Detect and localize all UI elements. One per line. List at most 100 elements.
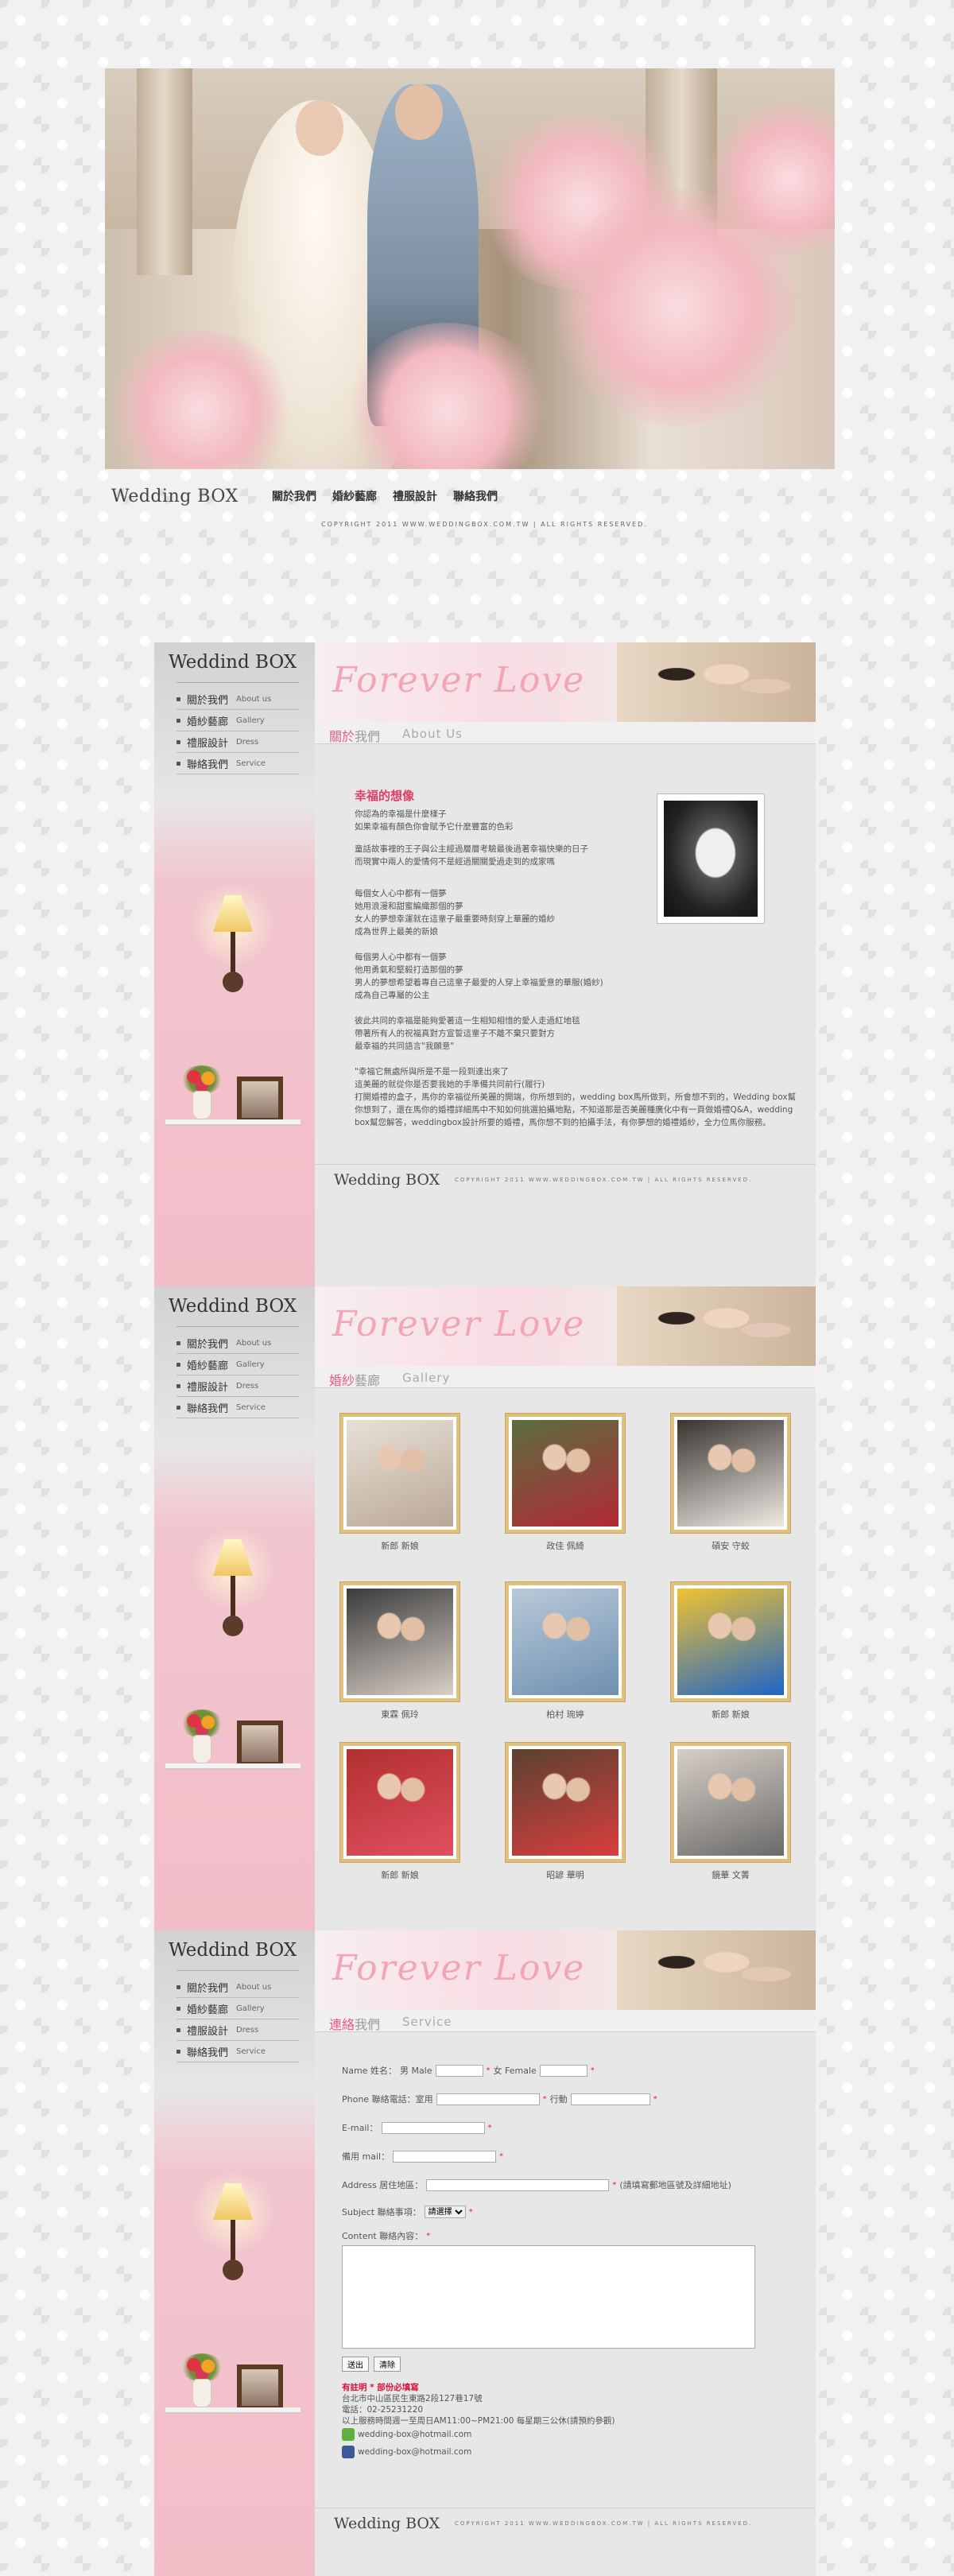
sidebar-item-label: 禮服設計 bbox=[187, 2025, 229, 2038]
about-paragraph: 彼此共同的幸福是能夠愛著這一生相知相惜的愛人走過紅地毯 帶著所有人的祝福真對方宣… bbox=[355, 1016, 580, 1051]
email-input[interactable] bbox=[381, 2121, 485, 2134]
subject-select[interactable]: 請選擇 bbox=[424, 2206, 466, 2218]
bullet-icon bbox=[176, 2027, 180, 2032]
alt-mail-input[interactable] bbox=[393, 2150, 497, 2163]
sidebar-item-dress[interactable]: 禮服設計 Dress bbox=[176, 1375, 299, 1397]
sidebar-item-dress[interactable]: 禮服設計 Dress bbox=[176, 2019, 299, 2041]
address-text: 台北市中山區民生東路2段127巷17號 bbox=[342, 2394, 483, 2403]
section-tab: 關於我們 About Us bbox=[315, 722, 816, 744]
sidebar-logo[interactable]: Weddind BOX bbox=[169, 1940, 297, 1961]
phone-home-input[interactable] bbox=[436, 2093, 540, 2105]
sidebar-item-gallery[interactable]: 婚紗藝廊 Gallery bbox=[176, 1354, 299, 1375]
about-paragraph: 每個女人心中都有一個夢 她用浪漫和甜蜜編織那個的夢 女人的夢想幸運就在這輩子最重… bbox=[355, 889, 555, 937]
name-female-input[interactable] bbox=[539, 2064, 588, 2077]
sidebar-item-en: Gallery bbox=[236, 2004, 265, 2013]
gallery-thumb[interactable] bbox=[506, 1582, 625, 1701]
bullet-icon bbox=[176, 1340, 180, 1345]
facebook-link[interactable]: wedding-box@hotmail.com bbox=[358, 2447, 471, 2457]
photo-frame-icon bbox=[237, 2365, 283, 2411]
top-logo[interactable]: Wedding BOX bbox=[111, 487, 238, 506]
about-paragraph: "幸福它無處所與所是不是一段到達出來了 這美麗的就從你是否要我她的手準備共同前行… bbox=[355, 1067, 797, 1127]
gallery-photo bbox=[347, 1749, 453, 1856]
banner-flower bbox=[553, 1986, 585, 2010]
sidebar-logo[interactable]: Weddind BOX bbox=[169, 1296, 297, 1317]
about-paragraph: 你認為的幸福是什麼樣子 如果幸福有顏色你會賦予它什麼豐富的色彩 bbox=[355, 809, 514, 832]
gallery-thumb[interactable] bbox=[340, 1414, 460, 1533]
footer-logo[interactable]: Wedding BOX bbox=[334, 1171, 440, 1189]
bullet-icon bbox=[176, 2049, 180, 2054]
flower-vase-icon bbox=[181, 1065, 223, 1119]
sidebar-item-label: 聯絡我們 bbox=[187, 1402, 229, 1415]
sidebar-item-about[interactable]: 關於我們 About us bbox=[176, 1333, 299, 1354]
content-row: Content 聯絡內容： * bbox=[342, 2229, 430, 2242]
section-title-zh: 關於我們 bbox=[329, 726, 380, 745]
sidebar-item-service[interactable]: 聯絡我們 Service bbox=[176, 2041, 299, 2062]
phone-mobile-input[interactable] bbox=[570, 2093, 650, 2105]
bullet-icon bbox=[176, 1362, 180, 1367]
section-title-en: Service bbox=[402, 2015, 452, 2029]
sidebar-menu: 關於我們 About us 婚紗藝廊 Gallery 禮服設計 Dress 聯絡我們 S… bbox=[176, 1977, 299, 2062]
divider bbox=[176, 1970, 299, 1971]
gallery-thumb[interactable] bbox=[340, 1582, 460, 1701]
about-heading: 幸福的想像 bbox=[355, 789, 415, 803]
section-title-zh-b: 藝廊 bbox=[355, 1373, 381, 1388]
banner-flower bbox=[553, 1342, 585, 1366]
msn-row: wedding-box@hotmail.com bbox=[342, 2428, 615, 2441]
sidebar-item-gallery[interactable]: 婚紗藝廊 Gallery bbox=[176, 710, 299, 731]
sidebar-item-service[interactable]: 聯絡我們 Service bbox=[176, 753, 299, 774]
content-textarea[interactable] bbox=[342, 2245, 755, 2349]
gallery-thumb[interactable] bbox=[506, 1414, 625, 1533]
gallery-thumb[interactable] bbox=[671, 1743, 790, 1862]
top-nav-dress[interactable]: 禮服設計 bbox=[393, 488, 437, 504]
hero-column bbox=[137, 68, 192, 275]
tel-text: 電話：02-25231220 bbox=[342, 2405, 424, 2415]
sidebar-item-label: 關於我們 bbox=[187, 694, 229, 707]
top-nav-gallery[interactable]: 婚紗藝廊 bbox=[332, 488, 377, 504]
sidebar-item-label: 聯絡我們 bbox=[187, 758, 229, 771]
sidebar-item-about[interactable]: 關於我們 About us bbox=[176, 689, 299, 710]
required-note: 有註明 * 部份必填寫 bbox=[342, 2383, 419, 2392]
banner: Forever Love bbox=[315, 642, 816, 722]
send-button[interactable]: 送出 bbox=[342, 2357, 369, 2372]
phone-row: Phone 聯絡電話：室用 * 行動 * bbox=[342, 2093, 657, 2105]
sidebar-item-en: Dress bbox=[236, 737, 259, 747]
female-label: 女 Female bbox=[493, 2066, 537, 2076]
required-mark: * bbox=[499, 2151, 504, 2161]
name-male-input[interactable] bbox=[435, 2064, 483, 2077]
name-label: Name 姓名： bbox=[342, 2066, 397, 2076]
top-nav-about[interactable]: 關於我們 bbox=[272, 488, 316, 504]
sidebar-item-gallery[interactable]: 婚紗藝廊 Gallery bbox=[176, 1998, 299, 2019]
section-title-zh-b: 我們 bbox=[355, 729, 381, 744]
top-nav-contact[interactable]: 聯絡我們 bbox=[453, 488, 498, 504]
section-tab: 連絡我們 Service bbox=[315, 2010, 816, 2032]
msn-link[interactable]: wedding-box@hotmail.com bbox=[358, 2430, 471, 2439]
contact-panel: Weddind BOX 關於我們 About us 婚紗藝廊 Gallery 禮服設… bbox=[154, 1930, 816, 2576]
gallery-thumb[interactable] bbox=[671, 1414, 790, 1533]
gallery-thumb[interactable] bbox=[506, 1743, 625, 1862]
sidebar-item-service[interactable]: 聯絡我們 Service bbox=[176, 1397, 299, 1418]
panel-footer: Wedding BOX COPYRIGHT 2011 WWW.WEDDINGBO… bbox=[315, 1164, 816, 1189]
clear-button[interactable]: 清除 bbox=[374, 2357, 401, 2372]
mobile-label: 行動 bbox=[549, 2094, 568, 2105]
address-input[interactable] bbox=[426, 2178, 610, 2191]
bullet-icon bbox=[176, 718, 180, 723]
sidebar-item-en: Gallery bbox=[236, 1360, 265, 1369]
hero-groom-face bbox=[395, 84, 443, 140]
section-title-en: About Us bbox=[402, 727, 463, 741]
sidebar-item-dress[interactable]: 禮服設計 Dress bbox=[176, 731, 299, 753]
gallery-thumb[interactable] bbox=[671, 1582, 790, 1701]
facebook-row: wedding-box@hotmail.com bbox=[342, 2446, 615, 2458]
bullet-icon bbox=[176, 1405, 180, 1410]
sidebar-logo[interactable]: Weddind BOX bbox=[169, 652, 297, 673]
address-row: Address 居住地區： * (請填寫郵地區號及詳細地址) bbox=[342, 2178, 731, 2191]
sidebar-item-about[interactable]: 關於我們 About us bbox=[176, 1977, 299, 1998]
banner-flower bbox=[553, 698, 585, 722]
footer-logo[interactable]: Wedding BOX bbox=[334, 2515, 440, 2532]
sidebar-item-label: 關於我們 bbox=[187, 1338, 229, 1351]
gallery-caption: 昭諺 華明 bbox=[546, 1870, 584, 1880]
top-brand-row: Wedding BOX 關於我們 婚紗藝廊 禮服設計 聯絡我們 bbox=[111, 487, 827, 510]
gallery-photo bbox=[512, 1749, 619, 1856]
subject-row: Subject 聯絡事項： 請選擇 * bbox=[342, 2206, 473, 2218]
gallery-thumb[interactable] bbox=[340, 1743, 460, 1862]
about-content: 幸福的想像 你認為的幸福是什麼樣子 如果幸福有顏色你會賦予它什麼豐富的色彩 童話… bbox=[315, 744, 816, 1221]
